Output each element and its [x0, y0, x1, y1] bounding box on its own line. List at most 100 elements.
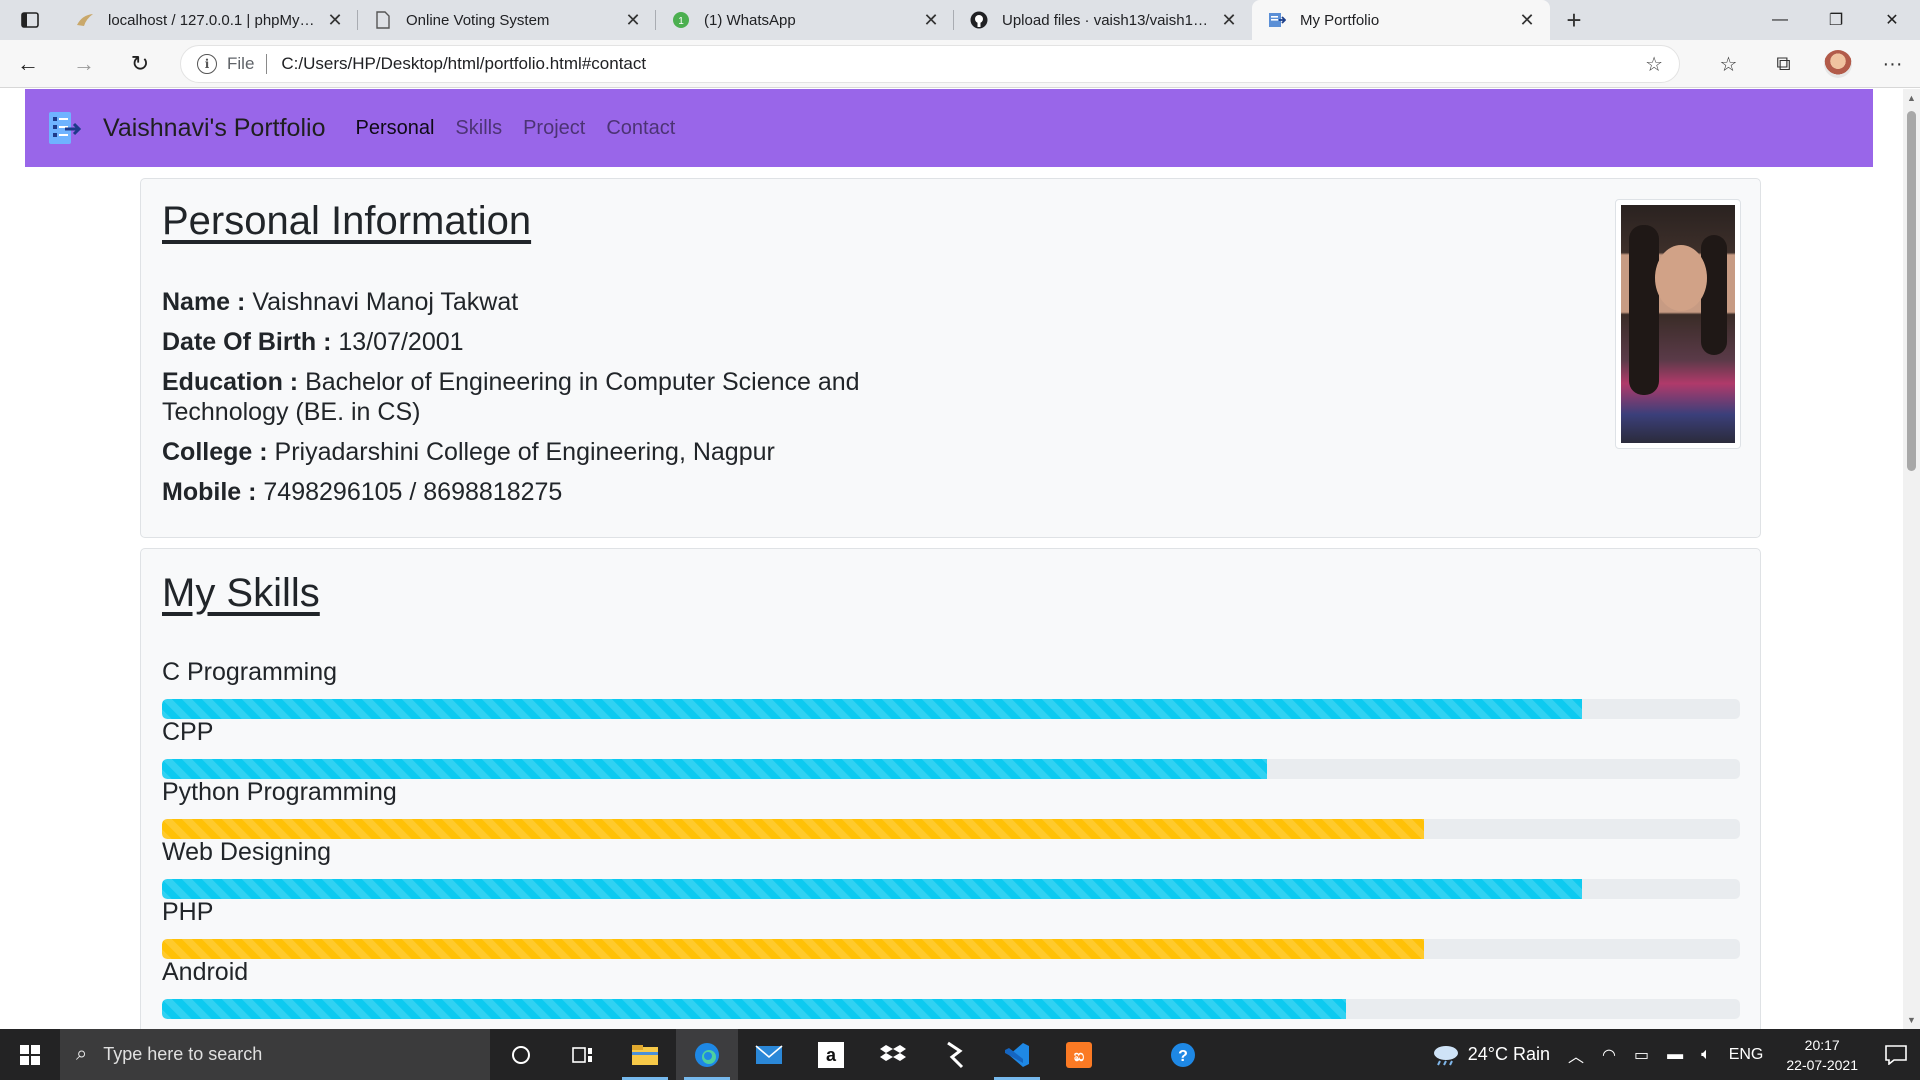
amazon-button[interactable]: a [800, 1029, 862, 1080]
skill-progress-track [162, 999, 1740, 1019]
skill-item: Android [162, 957, 1740, 1019]
dropbox-button[interactable] [862, 1029, 924, 1080]
address-url[interactable]: C:/Users/HP/Desktop/html/portfolio.html#… [281, 54, 646, 74]
restore-button[interactable]: ❐ [1808, 0, 1864, 40]
portfolio-logo-icon[interactable] [47, 109, 81, 147]
arrow-left-icon: ← [17, 50, 39, 76]
skill-item: Python Programming [162, 777, 1740, 839]
devices-icon[interactable]: ▭ [1625, 1045, 1658, 1065]
cortana-icon [512, 1045, 530, 1064]
start-button[interactable] [0, 1029, 60, 1080]
page-scrollbar[interactable]: ▲ ▼ [1903, 89, 1920, 1029]
personal-info-list: Name : Vaishnavi Manoj Takwat Date Of Bi… [162, 287, 902, 517]
info-label: Date Of Birth : [162, 328, 332, 356]
new-tab-button[interactable]: + [1550, 0, 1598, 40]
volume-icon[interactable]: 🔈︎ [1692, 1046, 1720, 1064]
favorites-icon[interactable]: ☆ [1701, 52, 1756, 77]
portfolio-icon [1268, 11, 1286, 29]
tab-title: localhost / 127.0.0.1 | phpMyAdmin [108, 11, 318, 29]
xampp-button[interactable]: ಐ [1048, 1029, 1110, 1080]
cortana-button[interactable] [490, 1029, 552, 1080]
notification-icon [1885, 1044, 1907, 1065]
skills-heading: My Skills [162, 571, 320, 615]
browser-tab[interactable]: Online Voting System ✕ [358, 0, 656, 40]
edge-icon [695, 1042, 719, 1067]
close-tab-icon[interactable]: ✕ [624, 10, 642, 31]
weather-widget[interactable]: 24°C Rain [1423, 1043, 1559, 1067]
scroll-down-icon[interactable]: ▼ [1907, 1015, 1916, 1025]
mail-button[interactable] [738, 1029, 800, 1080]
skill-label: Python Programming [162, 778, 397, 806]
dropbox-icon [880, 1044, 906, 1061]
skill-progress-bar [162, 699, 1583, 719]
info-label: College : [162, 438, 268, 466]
file-explorer-button[interactable] [614, 1029, 676, 1080]
nav-link-skills[interactable]: Skills [455, 117, 502, 140]
tab-actions-button[interactable] [0, 0, 60, 40]
network-icon[interactable]: ◠ [1593, 1045, 1625, 1065]
nav-link-personal[interactable]: Personal [355, 117, 434, 140]
close-window-button[interactable]: ✕ [1864, 0, 1920, 40]
system-tray: 24°C Rain ︿ ◠ ▭ ▬ 🔈︎ ENG 20:17 22-07-202… [1423, 1029, 1920, 1080]
close-tab-icon[interactable]: ✕ [326, 10, 344, 31]
info-label: Mobile : [162, 478, 257, 506]
skill-progress-bar [162, 759, 1267, 779]
info-label: Name : [162, 288, 246, 316]
info-value: Priyadarshini College of Engineering, Na… [274, 438, 775, 466]
vscode-button[interactable] [986, 1029, 1048, 1080]
info-row-mobile: Mobile : 7498296105 / 8698818275 [162, 477, 902, 507]
task-view-icon [572, 1046, 592, 1063]
system-clock[interactable]: 20:17 22-07-2021 [1772, 1035, 1872, 1075]
xampp-icon: ಐ [1066, 1041, 1092, 1068]
help-button[interactable]: ? [1152, 1029, 1214, 1080]
svg-text:a: a [826, 1045, 837, 1065]
show-hidden-icons-button[interactable]: ︿ [1559, 1043, 1593, 1067]
svg-text:ಐ: ಐ [1074, 1048, 1084, 1065]
refresh-button[interactable]: ↻ [112, 40, 168, 88]
folder-icon [632, 1044, 658, 1065]
skill-label: C Programming [162, 658, 338, 686]
taskbar-search[interactable]: ⌕ Type here to search [60, 1029, 490, 1080]
skills-list: C Programming CPP Python Programming Web… [162, 657, 1740, 1019]
add-favorite-icon[interactable]: ☆ [1645, 52, 1663, 77]
minimize-button[interactable]: — [1752, 0, 1808, 40]
forward-button[interactable]: → [56, 40, 112, 88]
skills-card: My Skills C Programming CPP Python Progr… [140, 548, 1761, 1029]
browser-tab-strip: localhost / 127.0.0.1 | phpMyAdmin ✕ Onl… [0, 0, 1920, 40]
clock-time: 20:17 [1804, 1036, 1840, 1053]
browser-tab[interactable]: localhost / 127.0.0.1 | phpMyAdmin ✕ [60, 0, 358, 40]
skill-progress-track [162, 819, 1740, 839]
scrollbar-thumb[interactable] [1907, 111, 1916, 471]
edge-browser-button[interactable] [676, 1029, 738, 1080]
more-options-icon[interactable]: ··· [1865, 53, 1920, 76]
profile-photo-frame [1615, 199, 1741, 449]
close-tab-icon[interactable]: ✕ [1220, 10, 1238, 31]
search-placeholder: Type here to search [103, 1044, 263, 1064]
collections-icon[interactable]: ⧉ [1756, 53, 1811, 76]
github-icon [970, 11, 988, 29]
browser-tab[interactable]: Upload files · vaish13/vaish13.github.io… [954, 0, 1252, 40]
brand-name[interactable]: Vaishnavi's Portfolio [103, 114, 325, 143]
nav-link-contact[interactable]: Contact [606, 117, 675, 140]
back-button[interactable]: ← [0, 40, 56, 88]
browser-tab-active[interactable]: My Portfolio ✕ [1252, 0, 1550, 40]
browser-tab[interactable]: 1 (1) WhatsApp ✕ [656, 0, 954, 40]
close-tab-icon[interactable]: ✕ [1518, 10, 1536, 31]
skill-progress-bar [162, 819, 1425, 839]
close-tab-icon[interactable]: ✕ [922, 10, 940, 31]
nav-link-project[interactable]: Project [523, 117, 585, 140]
language-indicator[interactable]: ENG [1720, 1046, 1773, 1064]
skill-label: Android [162, 958, 249, 986]
skill-progress-bar [162, 879, 1583, 899]
tab-actions-icon [21, 12, 39, 28]
battery-icon[interactable]: ▬ [1658, 1046, 1692, 1064]
notifications-button[interactable] [1872, 1044, 1920, 1065]
scroll-up-icon[interactable]: ▲ [1907, 93, 1916, 103]
address-scheme-label: File [227, 54, 255, 73]
info-icon[interactable]: i [197, 54, 217, 74]
address-bar[interactable]: i File C:/Users/HP/Desktop/html/portfoli… [180, 45, 1680, 83]
task-view-button[interactable] [552, 1029, 614, 1080]
info-value: 7498296105 / 8698818275 [263, 478, 563, 506]
profile-avatar[interactable] [1824, 50, 1852, 78]
sublime-button[interactable] [924, 1029, 986, 1080]
